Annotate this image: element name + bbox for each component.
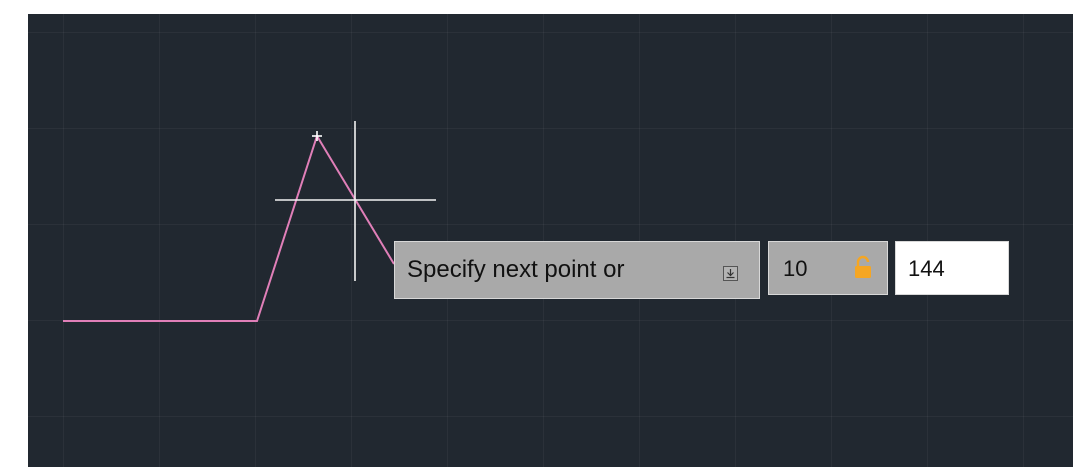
down-arrow-options-icon[interactable] [723, 266, 738, 281]
angle-input[interactable]: 144 [895, 241, 1009, 295]
angle-value: 144 [908, 256, 945, 281]
unlocked-padlock-icon[interactable] [853, 255, 873, 279]
dynamic-input-prompt: Specify next point or [394, 241, 760, 299]
vertex-marker-icon [312, 131, 322, 141]
drawing-layer [63, 121, 436, 322]
polyline-segment [63, 133, 395, 322]
cad-viewport[interactable]: Specify next point or 10 144 [0, 0, 1073, 467]
distance-field[interactable]: 10 [768, 241, 888, 295]
prompt-text: Specify next point or [407, 256, 625, 283]
distance-value: 10 [783, 256, 808, 281]
